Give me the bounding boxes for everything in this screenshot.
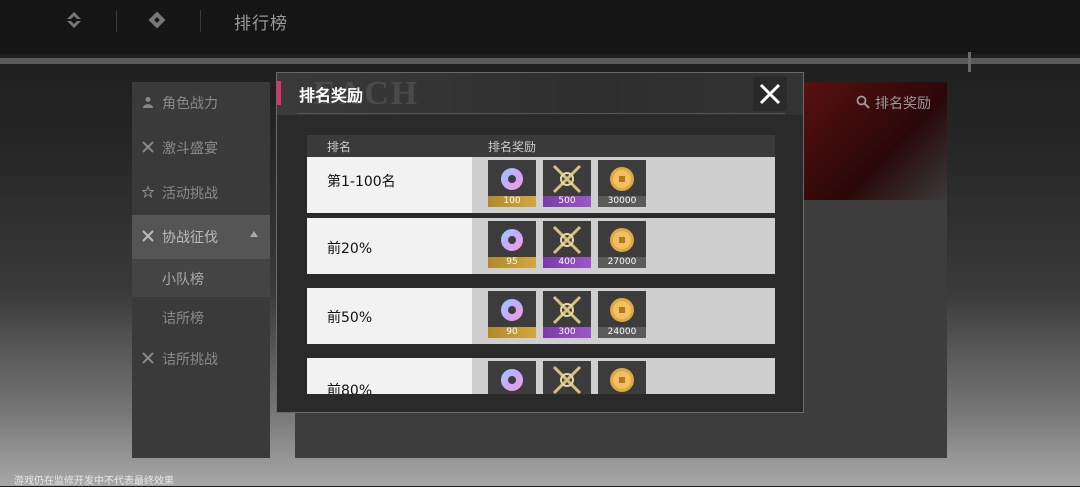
dialog-title: 排名奖励: [299, 86, 364, 105]
divider: [200, 10, 201, 32]
rank-cell: 前20%: [307, 218, 472, 274]
reward-quantity: 90: [488, 327, 536, 338]
chevron-up-icon: [250, 231, 258, 237]
column-header-reward: 排名奖励: [488, 140, 537, 154]
rail-marker: [968, 52, 971, 72]
column-header-rank: 排名: [327, 140, 352, 154]
sidebar-item-label: 角色战力: [162, 96, 218, 112]
reward-quantity: 500: [543, 196, 591, 207]
dev-disclaimer: 游戏仍在监修开发中不代表最终效果: [14, 476, 174, 487]
sidebar-item-coop-conquest[interactable]: 协战征伐: [132, 215, 270, 259]
reward-item[interactable]: 27000: [598, 221, 646, 268]
coin-icon: [610, 368, 634, 392]
crossed-blades-icon: [552, 164, 582, 194]
table-row: 前20% 95 400 27000: [307, 218, 775, 274]
star-icon: [142, 186, 154, 198]
rank-cell: 前80%: [307, 358, 472, 394]
reward-cell: 95 400 27000: [472, 218, 775, 274]
sidebar-item-label: 活动挑战: [162, 186, 218, 202]
reward-cell: 90 300 24000: [472, 288, 775, 344]
reward-item[interactable]: 95: [488, 221, 536, 268]
sidebar-subitem-label: 小队榜: [162, 272, 204, 288]
reward-item[interactable]: 100: [488, 160, 536, 207]
crossed-blades-icon: [552, 295, 582, 325]
rewards-table-header: 排名 排名奖励: [307, 135, 775, 157]
coin-icon: [610, 298, 634, 322]
divider: [116, 10, 117, 32]
sidebar-subitem-station-ranking[interactable]: 诘所榜: [132, 298, 270, 336]
search-icon[interactable]: [856, 95, 870, 109]
rank-label: 前50%: [327, 310, 373, 326]
ring-token-icon: [501, 299, 523, 321]
sidebar-item-label: 协战征伐: [162, 230, 218, 246]
sidebar-item-battle-feast[interactable]: 激斗盛宴: [132, 127, 270, 169]
rank-label: 第1-100名: [327, 174, 396, 190]
header-divider: [297, 113, 785, 114]
crossed-blades-icon: [552, 365, 582, 394]
sidebar-item-label: 诘所挑战: [162, 352, 218, 368]
reward-quantity: 400: [543, 257, 591, 268]
page-title: 排行榜: [234, 14, 288, 34]
reward-quantity: 24000: [598, 327, 646, 338]
sidebar-item-label: 激斗盛宴: [162, 141, 218, 157]
sidebar-subitem-label: 诘所榜: [162, 311, 204, 327]
table-row: 前80%: [307, 358, 775, 394]
rank-label: 前20%: [327, 241, 373, 257]
reward-quantity: 300: [543, 327, 591, 338]
reward-item[interactable]: 400: [543, 221, 591, 268]
crossed-swords-icon: [142, 141, 154, 153]
reward-item[interactable]: 30000: [598, 160, 646, 207]
reward-item[interactable]: [543, 361, 591, 394]
header-rail: [0, 58, 1080, 64]
home-icon[interactable]: [147, 10, 167, 30]
reward-item[interactable]: 24000: [598, 291, 646, 338]
sidebar: 角色战力 激斗盛宴 活动挑战 协战征伐 小队榜 诘所榜 诘所挑战: [132, 82, 270, 458]
sidebar-item-character-power[interactable]: 角色战力: [132, 82, 270, 124]
reward-quantity: 27000: [598, 257, 646, 268]
ranking-rewards-link[interactable]: 排名奖励: [875, 93, 931, 113]
reward-item[interactable]: 500: [543, 160, 591, 207]
rank-label: 前80%: [327, 383, 373, 394]
table-row: 第1-100名 100 500 30000: [307, 157, 775, 213]
crossed-swords-icon: [142, 352, 154, 364]
ranking-rewards-dialog: EACH 排名奖励 排名 排名奖励 第1-100名 100 500 30000 …: [276, 72, 804, 413]
reward-cell: [472, 358, 775, 394]
rank-cell: 前50%: [307, 288, 472, 344]
sidebar-item-event-challenge[interactable]: 活动挑战: [132, 172, 270, 214]
dialog-header: EACH 排名奖励: [277, 73, 803, 115]
rank-cell: 第1-100名: [307, 157, 472, 213]
reward-quantity: 100: [488, 196, 536, 207]
reward-item[interactable]: [488, 361, 536, 394]
reward-cell: 100 500 30000: [472, 157, 775, 213]
table-row: 前50% 90 300 24000: [307, 288, 775, 344]
coin-icon: [610, 167, 634, 191]
crossed-blades-icon: [552, 225, 582, 255]
close-icon: [759, 83, 781, 105]
top-bar: 排行榜: [0, 0, 1080, 54]
reward-item[interactable]: 90: [488, 291, 536, 338]
back-icon[interactable]: [64, 10, 84, 30]
reward-quantity: 95: [488, 257, 536, 268]
person-icon: [143, 97, 153, 108]
reward-item[interactable]: [598, 361, 646, 394]
ring-token-icon: [501, 168, 523, 190]
sidebar-subitem-squad-ranking[interactable]: 小队榜: [132, 259, 270, 297]
rewards-table-body[interactable]: 第1-100名 100 500 30000 前20% 95 400 27000 …: [307, 157, 775, 394]
coin-icon: [610, 228, 634, 252]
crossed-swords-icon: [142, 230, 154, 242]
ring-token-icon: [501, 229, 523, 251]
ring-token-icon: [501, 369, 523, 391]
accent-bar: [277, 81, 281, 105]
close-button[interactable]: [753, 77, 787, 111]
reward-item[interactable]: 300: [543, 291, 591, 338]
sidebar-item-station-challenge[interactable]: 诘所挑战: [132, 338, 270, 380]
reward-quantity: 30000: [598, 196, 646, 207]
